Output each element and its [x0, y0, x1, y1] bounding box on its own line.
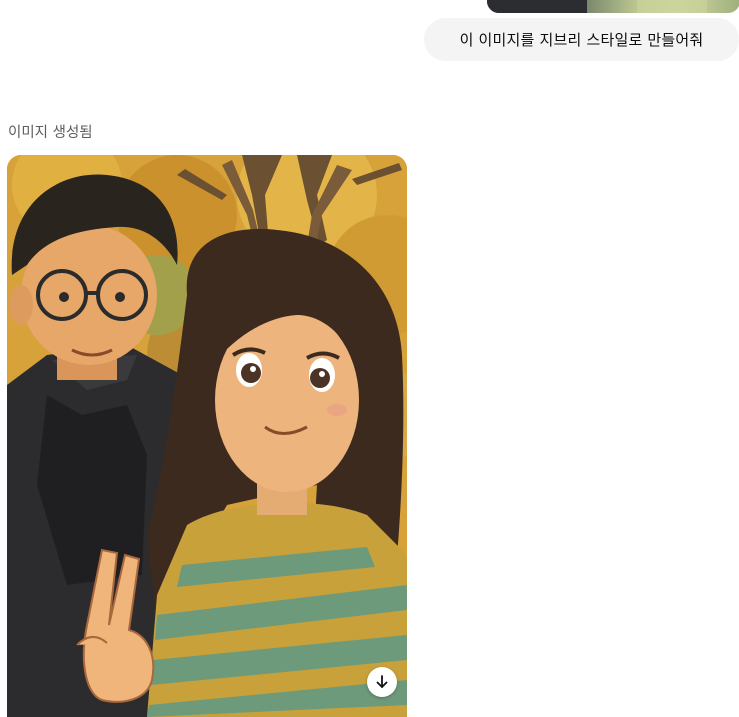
generated-image[interactable]	[7, 155, 407, 717]
previous-uploaded-image[interactable]	[487, 0, 739, 13]
image-generated-status: 이미지 생성됨	[8, 125, 93, 141]
image-light-region	[637, 0, 707, 13]
image-dark-region	[487, 0, 587, 13]
user-message-bubble: 이 이미지를 지브리 스타일로 만들어줘	[424, 18, 739, 61]
arrow-down-icon	[376, 675, 388, 688]
generated-illustration	[7, 155, 407, 717]
user-message-text: 이 이미지를 지브리 스타일로 만들어줘	[459, 31, 704, 49]
download-button[interactable]	[367, 667, 397, 697]
